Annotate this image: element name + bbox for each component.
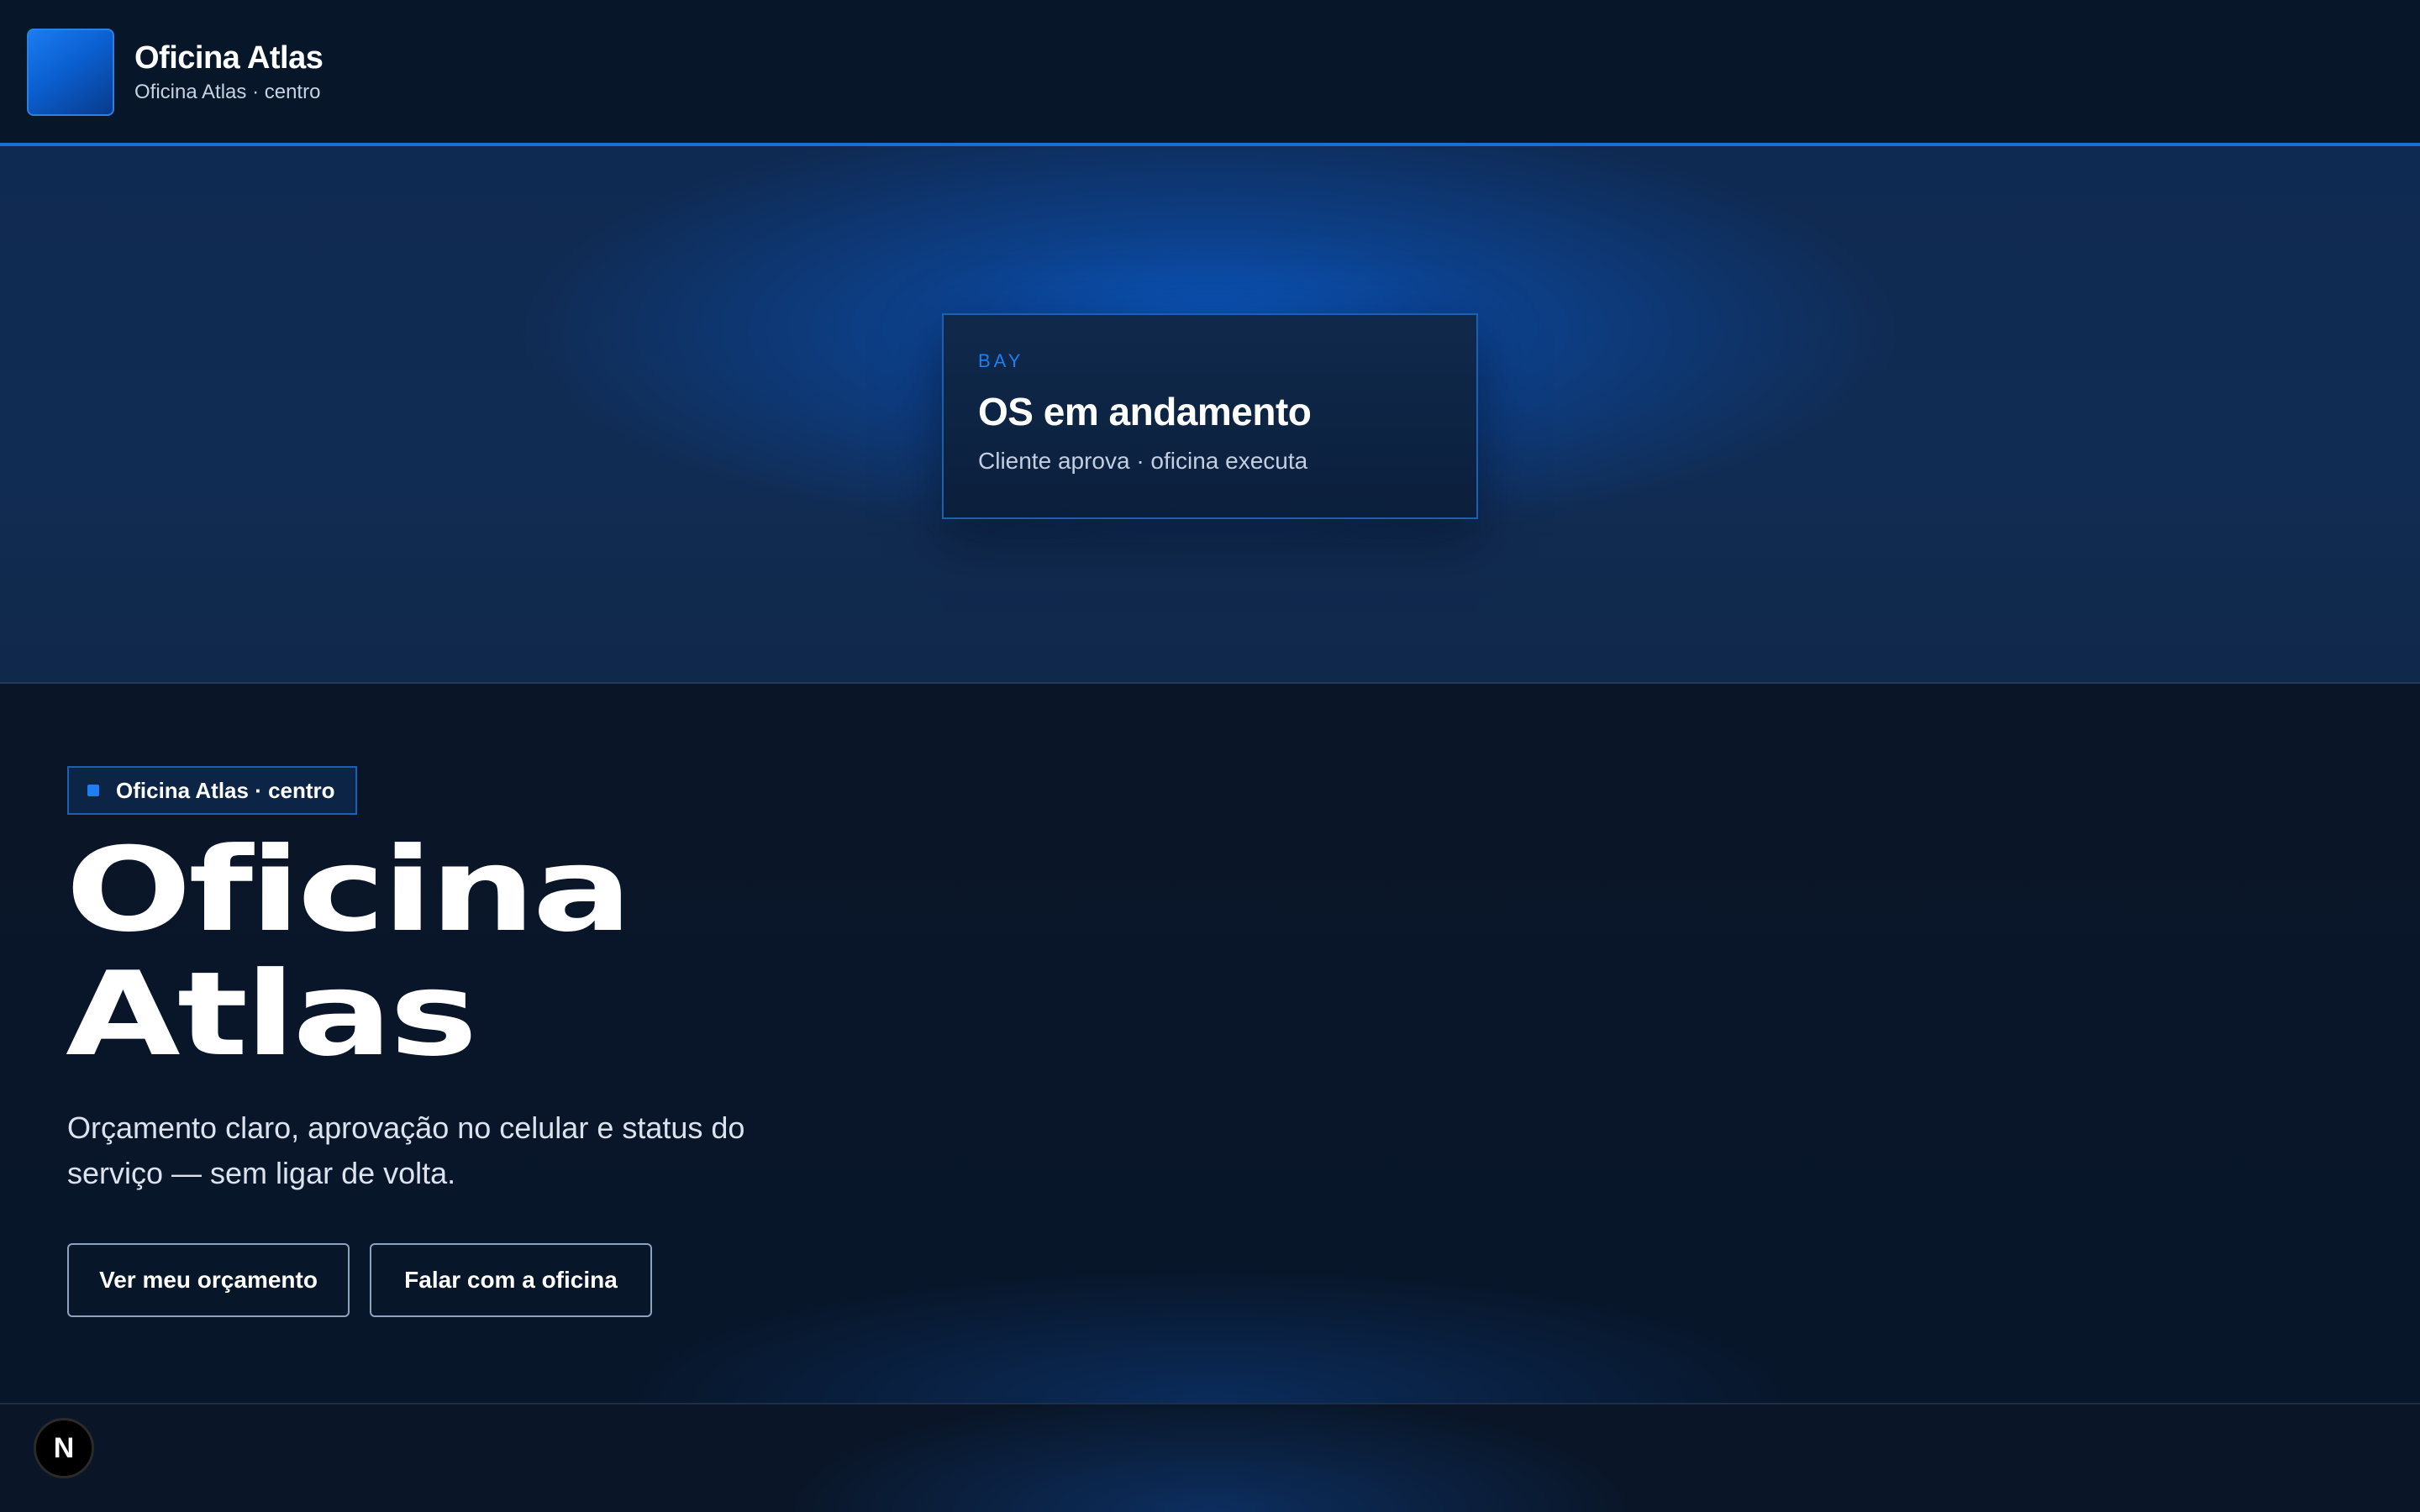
location-tag: Oficina Atlas · centro [67,766,357,815]
nextjs-badge-icon[interactable]: N [34,1418,94,1478]
hero-banner: BAY OS em andamento Cliente aprova · ofi… [0,146,2420,684]
square-dot-icon [87,785,99,796]
brand-subtitle: Oficina Atlas · centro [134,81,321,103]
brand-logo-icon[interactable] [27,29,114,116]
page-title-line2: Atlas [66,947,478,1082]
page-title-line1: Oficina [66,822,633,958]
bay-card-subtitle: Cliente aprova · oficina executa [978,448,1308,474]
page-title: Oficina Atlas [66,828,633,1077]
page: Oficina Atlas Oficina Atlas · centro BAY… [0,0,2420,1512]
contact-workshop-button[interactable]: Falar com a oficina [370,1243,652,1317]
bay-card-title: OS em andamento [978,390,1312,433]
main-section: Oficina Atlas · centro Oficina Atlas Orç… [0,684,2420,1404]
bay-eyebrow: BAY [978,350,1024,371]
footer-strip: N [0,1404,2420,1512]
site-header: Oficina Atlas Oficina Atlas · centro [0,0,2420,146]
location-tag-label: Oficina Atlas · centro [116,777,335,803]
lead-text: Orçamento claro, aprovação no celular e … [67,1110,745,1190]
view-quote-button[interactable]: Ver meu orçamento [67,1243,350,1317]
bay-status-card: BAY OS em andamento Cliente aprova · ofi… [942,313,1478,519]
brand-title[interactable]: Oficina Atlas [134,40,324,76]
